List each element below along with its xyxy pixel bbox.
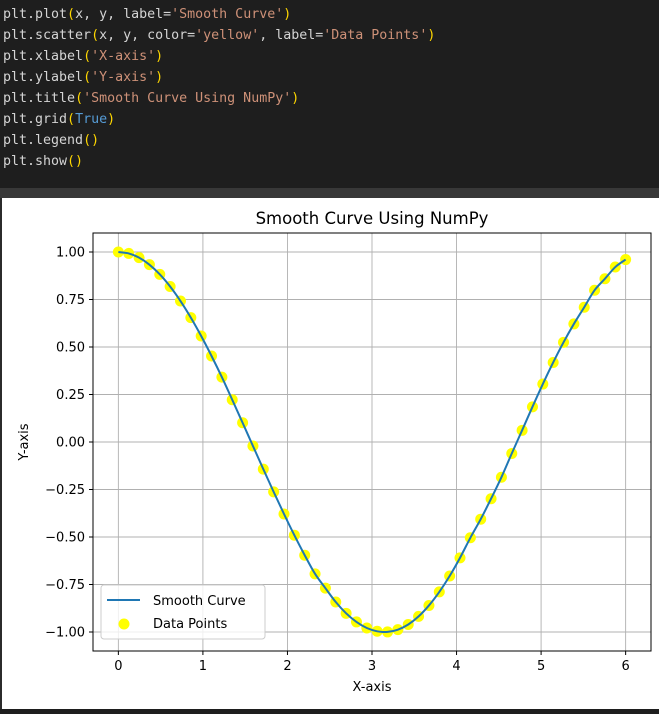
x-tick-label: 1 <box>199 659 207 674</box>
code-token: plt.legend <box>3 133 84 148</box>
chart-title: Smooth Curve Using NumPy <box>256 209 489 228</box>
code-token: ) <box>291 91 300 106</box>
code-token: ( <box>91 28 100 43</box>
code-token: ( <box>67 112 76 127</box>
code-token: () <box>83 133 100 148</box>
code-line: plt.scatter(x, y, color='yellow', label=… <box>3 25 435 46</box>
y-axis-label: Y-axis <box>17 423 32 461</box>
code-line: plt.xlabel('X-axis') <box>3 46 163 67</box>
code-token: plt.title <box>3 91 76 106</box>
code-token: ) <box>155 70 164 85</box>
legend-label-data-points: Data Points <box>153 617 227 632</box>
code-token: , label= <box>259 28 324 43</box>
code-token: ( <box>83 70 92 85</box>
code-token: 'Smooth Curve Using NumPy' <box>83 91 292 106</box>
code-token: ( <box>75 91 84 106</box>
y-tick-label: −0.25 <box>45 483 85 498</box>
code-token: True <box>75 112 108 127</box>
legend: Smooth Curve Data Points <box>100 584 266 640</box>
x-tick-label: 4 <box>452 659 460 674</box>
y-tick-label: −1.00 <box>45 626 85 641</box>
x-axis-ticks: 0 1 2 3 4 5 6 <box>114 651 630 674</box>
code-line: plt.grid(True) <box>3 109 115 130</box>
code-line: plt.ylabel('Y-axis') <box>3 67 163 88</box>
code-token: ( <box>83 49 92 64</box>
code-line: plt.legend() <box>3 130 99 151</box>
code-token: ) <box>107 112 116 127</box>
code-token: 'Y-axis' <box>91 70 156 85</box>
x-tick-label: 3 <box>368 659 376 674</box>
code-token: 'Data Points' <box>323 28 428 43</box>
code-token: ( <box>67 7 76 22</box>
y-tick-label: −0.50 <box>45 531 85 546</box>
chart: 0 1 2 3 4 5 6 1.00 0.75 0.50 0.25 0.00 −0.25 −0.50 −0.… <box>17 209 652 695</box>
x-axis-label: X-axis <box>353 680 392 695</box>
legend-label-smooth-curve: Smooth Curve <box>153 594 246 609</box>
y-tick-label: 0.50 <box>56 341 85 356</box>
code-token: ) <box>283 7 292 22</box>
code-token: () <box>67 154 84 169</box>
code-token: x, y, label= <box>75 7 172 22</box>
code-line: plt.plot(x, y, label='Smooth Curve') <box>3 4 291 25</box>
code-line: plt.title('Smooth Curve Using NumPy') <box>3 88 299 109</box>
x-tick-label: 6 <box>621 659 629 674</box>
legend-scatter-swatch <box>118 618 130 630</box>
code-token: ) <box>155 49 164 64</box>
cell-divider <box>0 188 659 198</box>
code-token: 'yellow' <box>195 28 260 43</box>
y-tick-label: 0.75 <box>56 293 85 308</box>
code-token: plt.scatter <box>3 28 92 43</box>
x-tick-label: 2 <box>283 659 291 674</box>
y-tick-label: 1.00 <box>56 246 85 261</box>
code-token: plt.show <box>3 154 68 169</box>
y-tick-label: 0.25 <box>56 388 85 403</box>
code-token: plt.grid <box>3 112 68 127</box>
code-token: x, y, color= <box>99 28 196 43</box>
code-token: plt.plot <box>3 7 68 22</box>
y-tick-label: −0.75 <box>45 578 85 593</box>
code-cell[interactable]: plt.plot(x, y, label='Smooth Curve') plt.… <box>0 0 659 188</box>
y-axis-ticks: 1.00 0.75 0.50 0.25 0.00 −0.25 −0.50 −0.75 −1.00 <box>45 246 93 641</box>
code-line: plt.show() <box>3 151 83 172</box>
code-token: ) <box>427 28 436 43</box>
figure-output: 0 1 2 3 4 5 6 1.00 0.75 0.50 0.25 0.00 −0.25 −0.50 −0.… <box>0 198 659 709</box>
x-tick-label: 0 <box>114 659 122 674</box>
y-tick-label: 0.00 <box>56 436 85 451</box>
code-token: 'X-axis' <box>91 49 156 64</box>
code-token: 'Smooth Curve' <box>171 7 284 22</box>
code-token: plt.ylabel <box>3 70 84 85</box>
code-token: plt.xlabel <box>3 49 84 64</box>
x-tick-label: 5 <box>537 659 545 674</box>
